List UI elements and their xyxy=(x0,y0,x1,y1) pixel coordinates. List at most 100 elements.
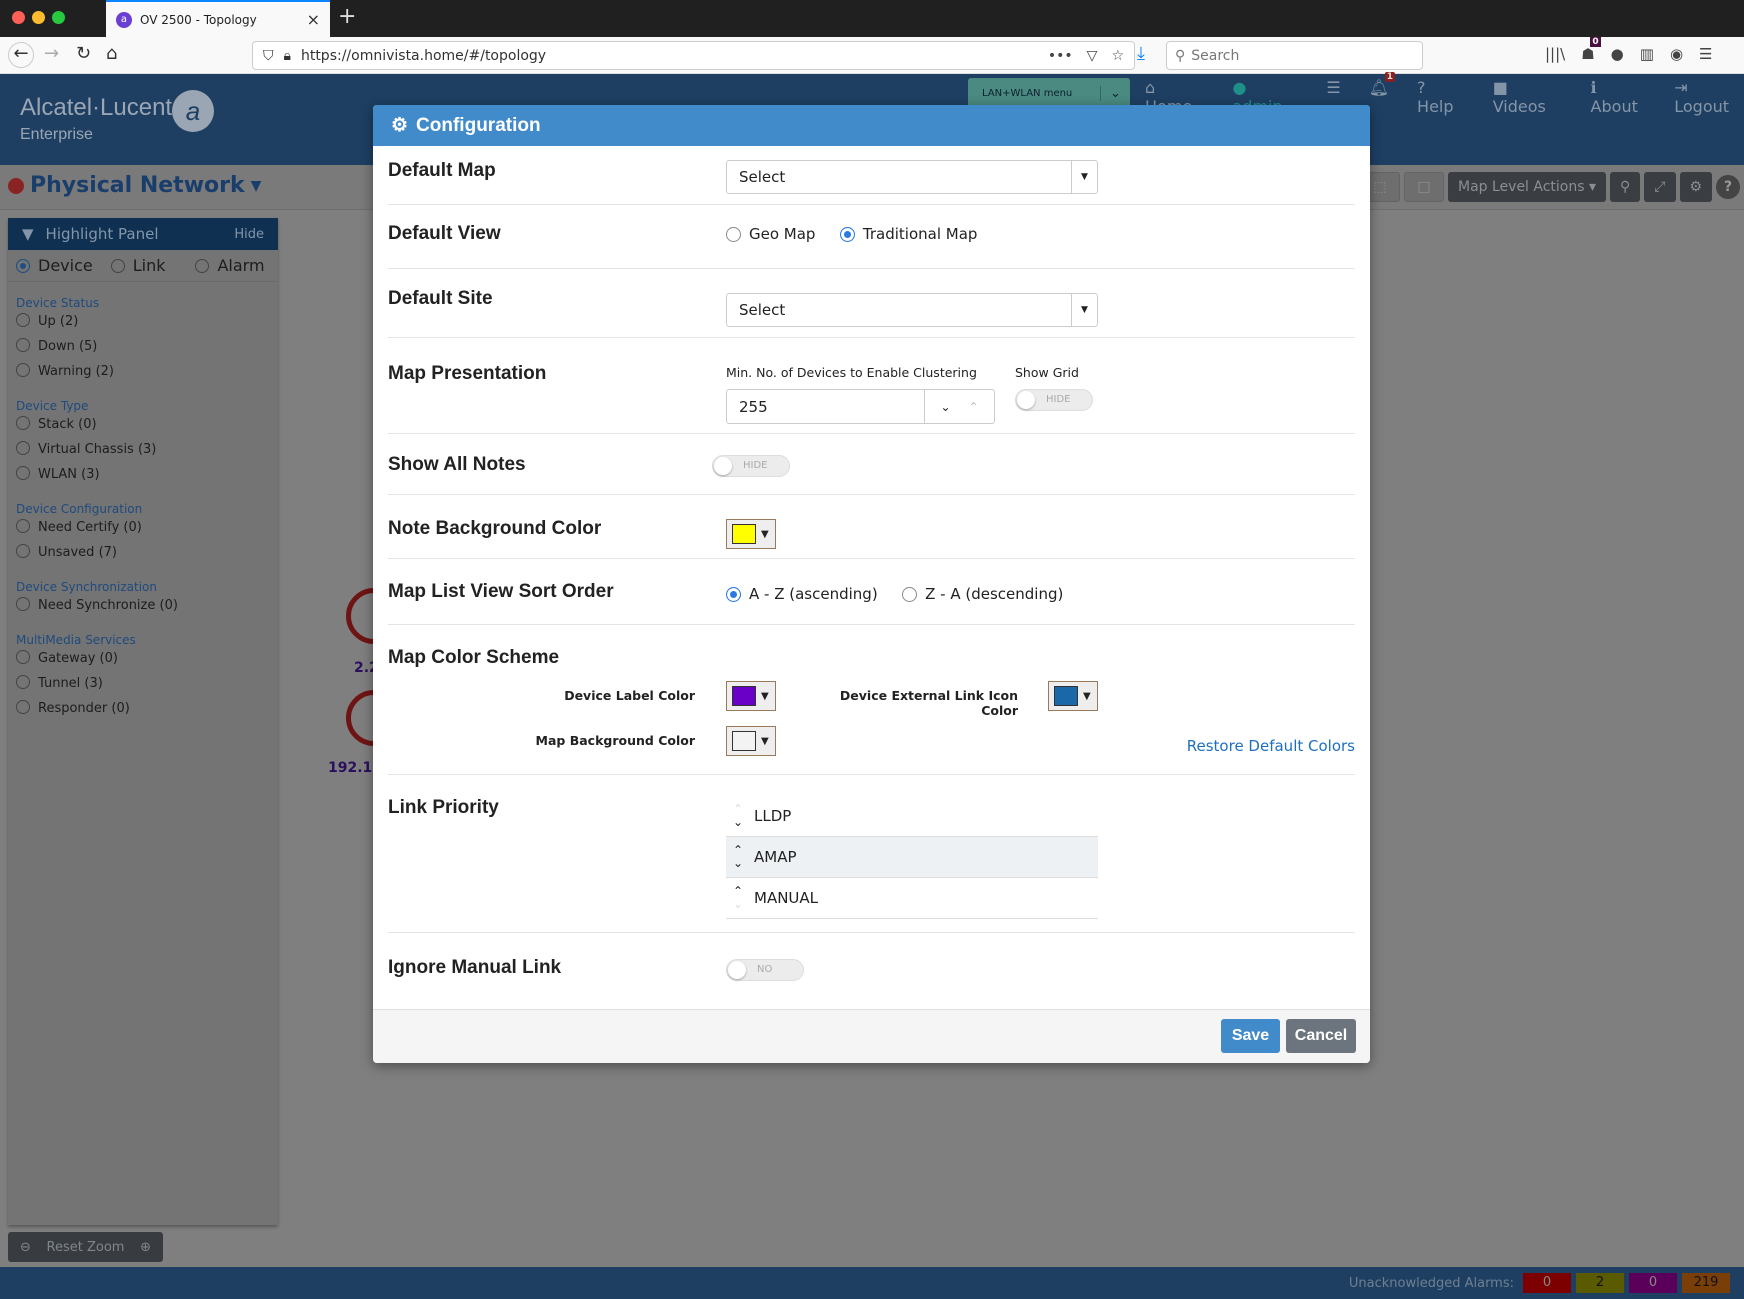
help-icon[interactable]: ? xyxy=(1716,175,1741,199)
radio-icon[interactable] xyxy=(16,466,30,480)
zoom-out-icon[interactable]: ⊖ xyxy=(20,1240,31,1255)
ext-link-color-picker[interactable]: ▼ xyxy=(1048,681,1098,711)
radio-link[interactable]: Link xyxy=(110,256,165,275)
filter-icon: ▼ xyxy=(22,225,34,243)
link-priority-item[interactable]: ⌃ ⌄ AMAP xyxy=(726,837,1098,878)
link-priority-label: Link Priority xyxy=(388,797,499,818)
browser-search-input[interactable]: ⚲ Search xyxy=(1166,41,1423,70)
download-icon[interactable]: ⤓ xyxy=(1137,43,1145,64)
account-icon[interactable]: ◉ xyxy=(1670,45,1683,63)
clustering-number-input[interactable]: 255 ⌄ ⌃ xyxy=(726,389,995,424)
default-map-select[interactable]: Select ▼ xyxy=(726,160,1098,194)
radio-icon[interactable] xyxy=(16,363,30,377)
filter-label: Unsaved (7) xyxy=(38,545,117,560)
lan-wlan-menu[interactable]: LAN+WLAN menu ⌄ xyxy=(968,78,1130,108)
sidebar-filter-item[interactable]: Need Synchronize (0) xyxy=(8,594,278,619)
new-tab-button[interactable]: + xyxy=(338,4,356,29)
show-grid-toggle[interactable]: HIDE xyxy=(1015,389,1093,411)
chevron-down-icon[interactable]: ⌄ xyxy=(1100,85,1130,101)
sidebar-filter-item[interactable]: Warning (2) xyxy=(8,360,278,385)
network-selector[interactable]: Physical Network ▼ xyxy=(8,173,261,198)
nav-logout[interactable]: ⇥ Logout xyxy=(1674,78,1744,116)
note-bg-color-picker[interactable]: ▼ xyxy=(726,519,776,549)
link-priority-item[interactable]: ⌃ ⌄ MANUAL xyxy=(726,878,1098,919)
radio-alarm[interactable]: Alarm xyxy=(195,256,265,275)
pocket-icon[interactable]: ▽ xyxy=(1087,48,1098,64)
nav-videos[interactable]: ■ Videos xyxy=(1493,78,1563,116)
map-bg-color-picker[interactable]: ▼ xyxy=(726,726,776,756)
radio-device[interactable]: Device xyxy=(16,256,93,275)
radio-icon[interactable] xyxy=(16,441,30,455)
restore-default-colors-link[interactable]: Restore Default Colors xyxy=(1187,737,1355,755)
sidebar-toggle-icon[interactable]: ▥ xyxy=(1640,45,1654,63)
decrement-icon[interactable]: ⌄ xyxy=(940,400,950,414)
bell-icon[interactable]: 🔔︎ 1 xyxy=(1369,72,1396,116)
zoom-in-icon[interactable]: ⊕ xyxy=(140,1240,151,1255)
sidebar-filter-item[interactable]: Need Certify (0) xyxy=(8,516,278,541)
gear-icon[interactable]: ⚙ xyxy=(1679,172,1713,202)
radio-geo-map[interactable]: Geo Map xyxy=(726,225,815,243)
menu-icon[interactable]: ☰ xyxy=(1699,45,1712,63)
alarm-minor-count[interactable]: 0 xyxy=(1629,1273,1677,1293)
sidebar-filter-item[interactable]: WLAN (3) xyxy=(8,463,278,488)
link-priority-item[interactable]: ⌃ ⌄ LLDP xyxy=(726,796,1098,837)
reset-zoom-button[interactable]: Reset Zoom xyxy=(47,1240,125,1255)
sidebar-filter-item[interactable]: Up (2) xyxy=(8,310,278,335)
radio-icon[interactable] xyxy=(16,700,30,714)
sidebar-filter-item[interactable]: Virtual Chassis (3) xyxy=(8,438,278,463)
maximize-window-button[interactable] xyxy=(52,11,65,24)
radio-sort-ascending[interactable]: A - Z (ascending) xyxy=(726,585,878,603)
cancel-button[interactable]: Cancel xyxy=(1286,1019,1356,1053)
sidebar-filter-item[interactable]: Gateway (0) xyxy=(8,647,278,672)
extension-ghost-icon[interactable]: ☗ 0 xyxy=(1581,37,1601,63)
increment-icon[interactable]: ⌃ xyxy=(969,400,979,414)
home-button[interactable]: ⌂ xyxy=(106,43,117,64)
pin-icon[interactable]: ⚲ xyxy=(1610,172,1641,202)
radio-sort-descending[interactable]: Z - A (descending) xyxy=(902,585,1063,603)
url-bar[interactable]: ⛉ 🔒︎ https://omnivista.home/#/topology •… xyxy=(252,41,1135,70)
map-level-actions-button[interactable]: Map Level Actions ▾ xyxy=(1448,172,1607,202)
show-all-notes-toggle[interactable]: HIDE xyxy=(712,455,790,477)
modal-title: Configuration xyxy=(416,114,541,136)
minimize-window-button[interactable] xyxy=(32,11,45,24)
save-button[interactable]: Save xyxy=(1221,1019,1280,1053)
radio-icon[interactable] xyxy=(16,675,30,689)
more-icon[interactable]: ••• xyxy=(1048,48,1073,64)
default-site-select[interactable]: Select ▼ xyxy=(726,293,1098,327)
forward-button[interactable]: → xyxy=(44,43,59,64)
radio-icon[interactable] xyxy=(16,519,30,533)
square-tool-icon[interactable]: □ xyxy=(1404,172,1444,202)
radio-icon[interactable] xyxy=(16,597,30,611)
sidebar-filter-item[interactable]: Unsaved (7) xyxy=(8,541,278,566)
hide-panel-button[interactable]: Hide xyxy=(234,227,264,242)
gear-icon: ⚙ xyxy=(391,115,409,136)
sidebar-filter-item[interactable]: Stack (0) xyxy=(8,413,278,438)
ignore-manual-link-toggle[interactable]: NO xyxy=(726,959,804,981)
close-tab-icon[interactable]: × xyxy=(307,10,320,29)
nav-help[interactable]: ? Help xyxy=(1417,78,1465,116)
radio-icon[interactable] xyxy=(16,338,30,352)
radio-icon[interactable] xyxy=(16,313,30,327)
bookmark-star-icon[interactable]: ☆ xyxy=(1111,48,1124,64)
radio-traditional-map[interactable]: Traditional Map xyxy=(839,225,977,243)
sidebar-filter-item[interactable]: Responder (0) xyxy=(8,697,278,722)
alarm-warning-count[interactable]: 219 xyxy=(1682,1273,1730,1293)
alarm-critical-count[interactable]: 0 xyxy=(1523,1273,1571,1293)
library-icon[interactable]: |||\ xyxy=(1545,45,1565,63)
reload-button[interactable]: ↻ xyxy=(76,43,91,64)
nav-about[interactable]: ℹ About xyxy=(1591,78,1647,116)
radio-icon[interactable] xyxy=(16,544,30,558)
device-label-color-picker[interactable]: ▼ xyxy=(726,681,776,711)
adblock-icon[interactable]: ● xyxy=(1611,45,1624,63)
sidebar-filter-item[interactable]: Down (5) xyxy=(8,335,278,360)
close-window-button[interactable] xyxy=(12,11,25,24)
default-view-label: Default View xyxy=(388,223,501,244)
back-button[interactable]: ← xyxy=(8,42,34,68)
sidebar-filter-item[interactable]: Tunnel (3) xyxy=(8,672,278,697)
browser-tab[interactable]: a OV 2500 - Topology × xyxy=(106,0,330,37)
radio-icon[interactable] xyxy=(16,416,30,430)
expand-icon[interactable]: ⤢ xyxy=(1644,172,1676,202)
radio-icon[interactable] xyxy=(16,650,30,664)
row-map-presentation: Map Presentation Min. No. of Devices to … xyxy=(388,338,1355,434)
alarm-major-count[interactable]: 2 xyxy=(1576,1273,1624,1293)
